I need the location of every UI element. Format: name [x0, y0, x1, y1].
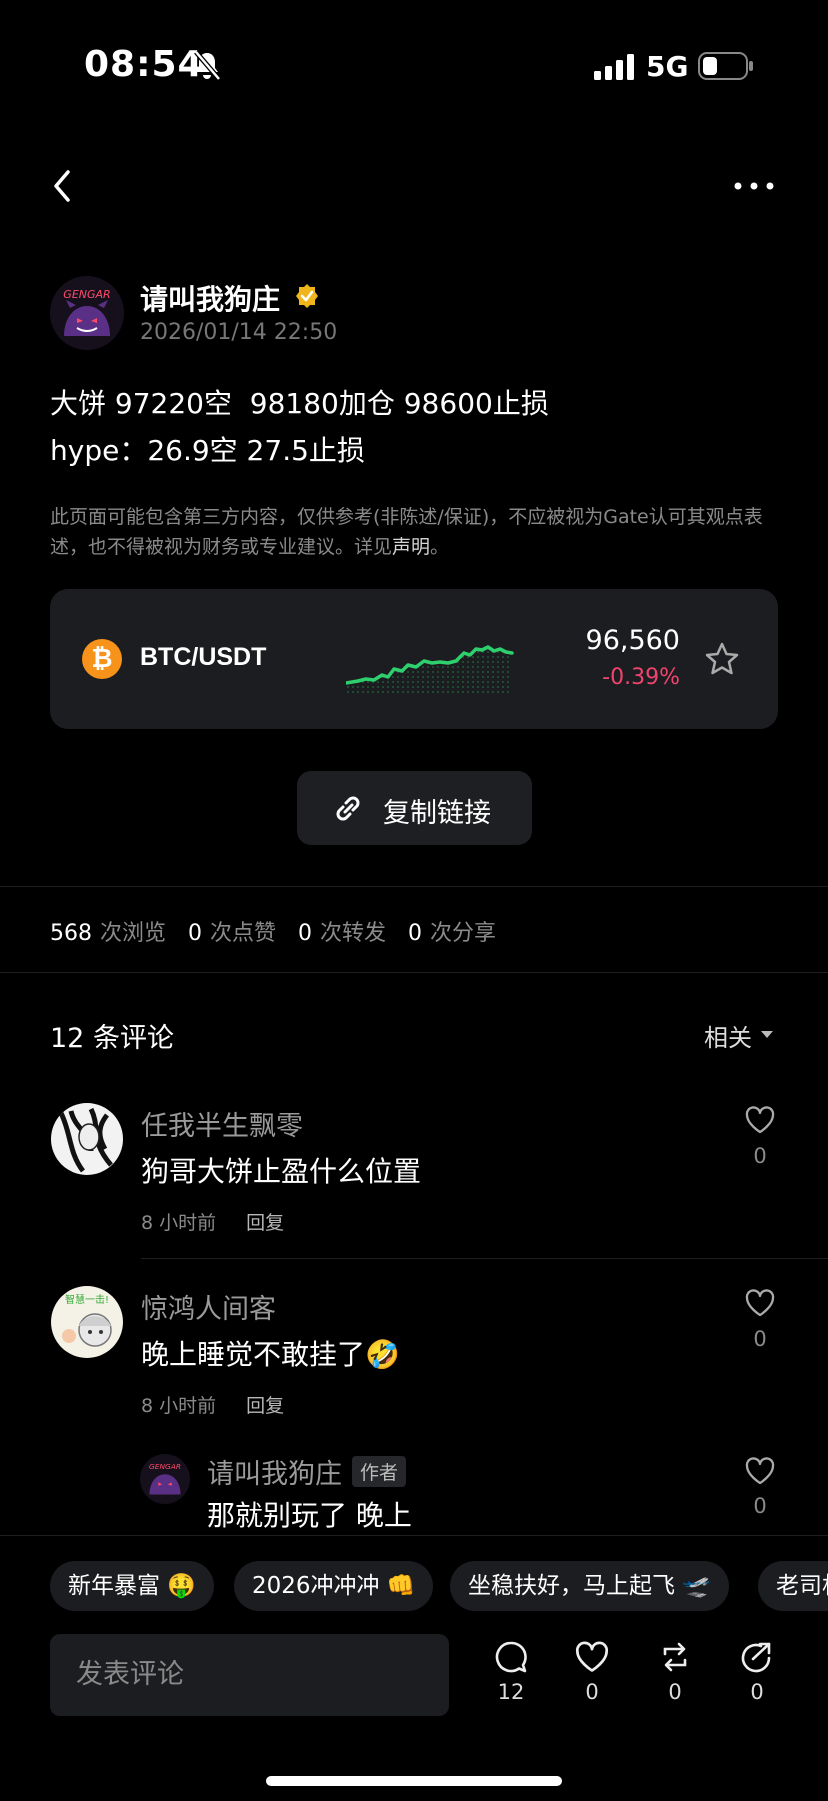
author-avatar[interactable]: GENGAR [50, 276, 124, 350]
ticker-change: -0.39% [602, 665, 680, 690]
replier-name[interactable]: 请叫我狗庄 作者 [207, 1452, 407, 1491]
views-count: 568 [50, 921, 92, 946]
commenter-name[interactable]: 任我半生飘零 [141, 1104, 303, 1143]
comment-time: 8 小时前 [141, 1212, 217, 1234]
comment-text: 晚上睡觉不敢挂了🤣 [141, 1338, 400, 1371]
signal-icon [594, 54, 634, 80]
share-icon [741, 1642, 771, 1673]
copy-link-button[interactable]: 复制链接 [297, 771, 532, 845]
comment-count: 12 [497, 1680, 525, 1704]
ink-portrait-avatar-icon [51, 1103, 123, 1175]
star-icon[interactable] [704, 641, 740, 677]
bottom-bar: 新年暴富 🤑 2026冲冲冲 👊 坐稳扶好，马上起飞 🛫 老司机 发表评论 12… [0, 1535, 828, 1801]
like-count: 0 [585, 1680, 599, 1704]
comment-time: 8 小时前 [141, 1395, 217, 1417]
likes-label: 次点赞 [210, 921, 277, 946]
repost-action[interactable]: 0 [645, 1640, 705, 1720]
sparkline-chart [346, 645, 514, 695]
gengar-avatar-icon: GENGAR [50, 276, 124, 350]
reply-text: 那就别玩了 晚上 [207, 1499, 412, 1532]
reply-button[interactable]: 回复 [246, 1212, 284, 1234]
heart-icon[interactable] [744, 1288, 776, 1318]
heart-icon[interactable] [744, 1105, 776, 1135]
post-stats: 568 次浏览 0 次点赞 0 次转发 0 次分享 [50, 915, 518, 947]
anime-avatar-icon: 智慧一击! [51, 1286, 123, 1358]
repost-count: 0 [668, 1680, 682, 1704]
back-icon[interactable] [46, 166, 82, 206]
replier-avatar[interactable]: GENGAR [140, 1454, 190, 1504]
network-label: 5G [646, 50, 689, 83]
divider [0, 972, 828, 973]
comment-like-count: 0 [753, 1327, 767, 1351]
likes-count: 0 [188, 921, 203, 946]
verified-badge-icon [296, 284, 318, 308]
post-line: 大饼 97220空 98180加仓 98600止损 [50, 387, 549, 420]
quick-comment-chip[interactable]: 2026冲冲冲 👊 [234, 1561, 434, 1611]
ticker-pair: BTC/USDT [140, 643, 267, 671]
disclaimer: 此页面可能包含第三方内容，仅供参考(非陈述/保证)，不应被视为Gate认可其观点… [50, 502, 780, 562]
like-action[interactable]: 0 [562, 1640, 622, 1720]
repost-icon [663, 1642, 687, 1672]
quick-comment-chip[interactable]: 老司机 [758, 1561, 828, 1611]
link-icon [336, 796, 360, 821]
comment-meta: 8 小时前 回复 [141, 1391, 284, 1418]
divider [141, 1258, 828, 1259]
svg-text:智慧一击!: 智慧一击! [65, 1293, 109, 1306]
heart-icon [576, 1641, 608, 1672]
author-tag: 作者 [352, 1456, 407, 1487]
gengar-avatar-icon: GENGAR [140, 1454, 190, 1504]
comment-meta: 8 小时前 回复 [141, 1208, 284, 1235]
quick-comment-chip[interactable]: 新年暴富 🤑 [50, 1561, 214, 1611]
divider [0, 886, 828, 887]
comment-text: 狗哥大饼止盈什么位置 [141, 1155, 422, 1188]
shares-count: 0 [408, 921, 423, 946]
bell-muted-icon [194, 50, 221, 81]
post-timestamp: 2026/01/14 22:50 [140, 320, 338, 345]
replier-name-text: 请叫我狗庄 [207, 1459, 342, 1490]
comment-input[interactable]: 发表评论 [50, 1634, 449, 1716]
caret-down-icon[interactable] [761, 1031, 773, 1038]
reposts-label: 次转发 [320, 921, 387, 946]
reposts-count: 0 [298, 921, 313, 946]
commenter-avatar[interactable]: 智慧一击! [51, 1286, 123, 1358]
commenter-name[interactable]: 惊鸿人间客 [141, 1287, 276, 1326]
shares-label: 次分享 [430, 921, 497, 946]
post-line: hype：26.9空 27.5止损 [50, 434, 365, 467]
status-bar: 08:54 5G [0, 0, 828, 140]
heart-icon[interactable] [744, 1456, 776, 1486]
views-label: 次浏览 [100, 921, 167, 946]
reply-like-count: 0 [753, 1494, 767, 1518]
sort-dropdown[interactable]: 相关 [704, 1018, 752, 1053]
share-count: 0 [750, 1680, 764, 1704]
bitcoin-icon: ₿ [82, 639, 122, 679]
disclaimer-end: 。 [430, 536, 450, 558]
comment-bubble-icon [495, 1641, 527, 1673]
ticker-price: 96,560 [585, 625, 680, 656]
comment-action[interactable]: 12 [481, 1640, 541, 1720]
svg-text:GENGAR: GENGAR [149, 1462, 181, 1471]
disclaimer-link[interactable]: 声明 [392, 536, 430, 558]
commenter-avatar[interactable] [51, 1103, 123, 1175]
quick-comment-chip[interactable]: 坐稳扶好，马上起飞 🛫 [450, 1561, 729, 1611]
comment-like-count: 0 [753, 1144, 767, 1168]
post-content: 大饼 97220空 98180加仓 98600止损 hype：26.9空 27.… [50, 380, 780, 474]
battery-icon [698, 52, 753, 80]
svg-text:GENGAR: GENGAR [63, 288, 110, 301]
copy-link-label: 复制链接 [383, 798, 491, 829]
more-icon[interactable] [730, 176, 778, 196]
reply-button[interactable]: 回复 [246, 1395, 284, 1417]
ticker-card[interactable]: ₿ BTC/USDT 96,560 -0.39% [50, 589, 778, 729]
comments-title: 12 条评论 [50, 1023, 174, 1054]
home-indicator[interactable] [266, 1776, 562, 1786]
status-time: 08:54 [84, 44, 204, 85]
share-action[interactable]: 0 [727, 1640, 787, 1720]
author-name[interactable]: 请叫我狗庄 [140, 278, 280, 318]
